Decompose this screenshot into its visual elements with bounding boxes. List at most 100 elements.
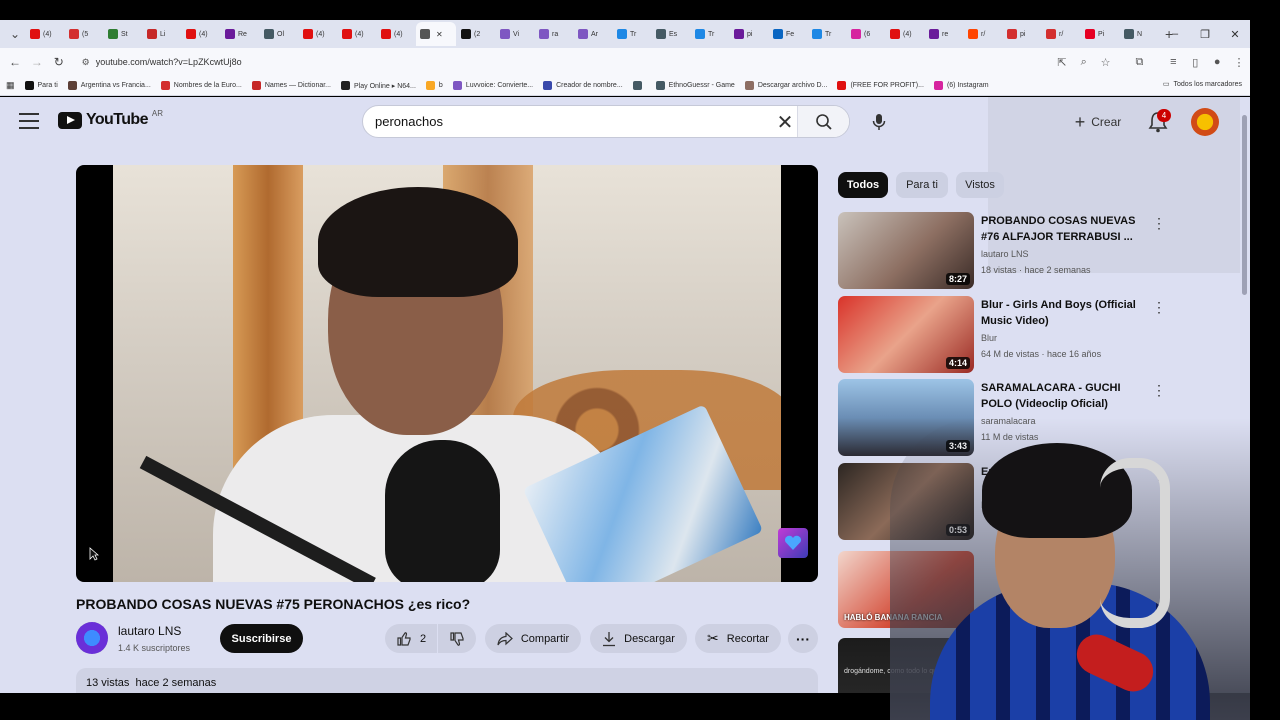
bookmark-item[interactable]: Nombres de la Euro...	[160, 81, 242, 90]
bookmark-item[interactable]: EthnoGuessr - Game	[655, 81, 735, 90]
recommendation-channel[interactable]: lautaro LNS	[981, 249, 1029, 259]
site-info-icon[interactable]: ⚙	[82, 57, 90, 68]
clear-search-icon[interactable]: ✕	[773, 110, 797, 134]
download-button[interactable]: Descargar	[590, 624, 687, 653]
recommendation-channel[interactable]: Blur	[981, 333, 997, 343]
browser-tab[interactable]: Vi	[496, 22, 534, 46]
bookmark-item[interactable]: (6) Instagram	[933, 81, 989, 90]
bookmark-item[interactable]: Argentina vs Francia...	[67, 81, 151, 90]
extensions-icon[interactable]: ⧉	[1129, 51, 1151, 73]
user-avatar[interactable]	[1191, 108, 1219, 136]
browser-tab[interactable]: Es	[652, 22, 690, 46]
recommendation-title[interactable]: SARAMALACARA - GUCHI POLO (Videoclip Ofi…	[981, 380, 1141, 412]
bookmark-item[interactable]: b	[425, 81, 443, 90]
browser-tab[interactable]: Tr	[613, 22, 651, 46]
description-meta: 13 vistas hace 2 semanas	[86, 677, 216, 689]
video-player[interactable]	[76, 165, 818, 582]
bookmark-item[interactable]: Names — Dictionar...	[251, 81, 331, 90]
bookmark-item[interactable]: Para ti	[24, 81, 58, 90]
browser-tab[interactable]: Tr	[691, 22, 729, 46]
youtube-logo[interactable]: YouTube AR	[58, 109, 163, 129]
chip-vistos[interactable]: Vistos	[956, 172, 1004, 198]
bookmark-item[interactable]	[632, 81, 646, 90]
recommendation-title[interactable]: PROBANDO COSAS NUEVAS #76 ALFAJOR TERRAB…	[981, 213, 1141, 245]
recommendation-item[interactable]: 4:14 Blur - Girls And Boys (Official Musi…	[838, 296, 1178, 374]
restore-button[interactable]: ❐	[1190, 20, 1220, 48]
channel-name[interactable]: lautaro LNS	[118, 624, 181, 638]
reload-icon[interactable]: ↻	[48, 51, 70, 73]
create-button[interactable]: + Crear	[1062, 108, 1134, 136]
chip-todos[interactable]: Todos	[838, 172, 888, 198]
channel-watermark-icon[interactable]	[778, 528, 808, 558]
sidebar-icon[interactable]: ▯	[1184, 51, 1206, 73]
browser-tab[interactable]: r/	[1042, 22, 1080, 46]
minimize-button[interactable]: –	[1160, 20, 1190, 48]
browser-tab[interactable]: Re	[221, 22, 259, 46]
scrollbar-thumb[interactable]	[1242, 115, 1247, 295]
browser-tab[interactable]: ra	[535, 22, 573, 46]
browser-tab[interactable]: Ar	[574, 22, 612, 46]
channel-avatar[interactable]	[76, 622, 108, 654]
like-button[interactable]: 2	[385, 624, 437, 653]
bookmark-item[interactable]: Luvvoice: Convierte...	[452, 81, 533, 90]
install-icon[interactable]: ⇱	[1051, 51, 1073, 73]
browser-tab[interactable]: Fe	[769, 22, 807, 46]
browser-tab[interactable]: (4)	[26, 22, 64, 46]
browser-tab[interactable]: (5	[65, 22, 103, 46]
media-icon[interactable]: ≡	[1162, 51, 1184, 73]
recommendation-thumbnail[interactable]: 4:14	[838, 296, 974, 373]
share-button[interactable]: Compartir	[485, 624, 581, 653]
browser-tab[interactable]: (2	[457, 22, 495, 46]
close-tab-icon[interactable]: ✕	[436, 30, 443, 39]
address-bar[interactable]: ⚙ youtube.com/watch?v=LpZKcwtUj8o	[75, 51, 1051, 73]
browser-tab[interactable]: Pi	[1081, 22, 1119, 46]
bookmark-item[interactable]: Play Online ▸ N64...	[341, 81, 416, 90]
browser-tab[interactable]: (6	[847, 22, 885, 46]
recommendation-title[interactable]: Blur - Girls And Boys (Official Music Vi…	[981, 297, 1141, 329]
browser-tab[interactable]: N	[1120, 22, 1158, 46]
clip-button[interactable]: ✂ Recortar	[695, 624, 781, 653]
forward-icon[interactable]: →	[26, 51, 48, 73]
browser-tab[interactable]: r/	[964, 22, 1002, 46]
browser-tab[interactable]: Li	[143, 22, 181, 46]
profile-icon[interactable]: ●	[1206, 51, 1228, 73]
recommendation-item[interactable]: 8:27 PROBANDO COSAS NUEVAS #76 ALFAJOR TE…	[838, 212, 1178, 290]
browser-tab[interactable]: (4)	[886, 22, 924, 46]
browser-tab[interactable]: (4)	[299, 22, 337, 46]
back-icon[interactable]: ←	[4, 51, 26, 73]
dislike-button[interactable]	[438, 624, 476, 653]
more-options-icon[interactable]: ⋮	[1152, 298, 1166, 316]
browser-tab[interactable]: (4)	[377, 22, 415, 46]
browser-tab[interactable]: (4)	[182, 22, 220, 46]
browser-tab[interactable]: Tr	[808, 22, 846, 46]
search-button[interactable]	[797, 106, 849, 137]
close-window-button[interactable]: ✕	[1220, 20, 1250, 48]
browser-tab[interactable]: re	[925, 22, 963, 46]
browser-tab[interactable]: (4)	[338, 22, 376, 46]
screen: ⌄ (4) (5 St Li (4) Re Ol (4) (4) (4) ✕ (2 Vi ra Ar Tr Es…	[0, 0, 1280, 720]
browser-tab[interactable]: Ol	[260, 22, 298, 46]
bookmark-item[interactable]: Descargar archivo D...	[744, 81, 827, 90]
more-actions-button[interactable]: ···	[788, 624, 818, 653]
chip-para-ti[interactable]: Para ti	[896, 172, 948, 198]
search-input[interactable]	[375, 114, 765, 129]
star-icon[interactable]: ☆	[1095, 51, 1117, 73]
apps-icon[interactable]: ▦	[6, 80, 15, 91]
more-options-icon[interactable]: ⋮	[1152, 381, 1166, 399]
browser-tab[interactable]: pi	[730, 22, 768, 46]
voice-search-button[interactable]	[862, 105, 896, 139]
recommendation-thumbnail[interactable]: 8:27	[838, 212, 974, 289]
browser-tab[interactable]: pi	[1003, 22, 1041, 46]
subscribe-button[interactable]: Suscribirse	[220, 624, 303, 653]
hamburger-menu-icon[interactable]	[19, 113, 39, 129]
menu-icon[interactable]: ⋮	[1228, 51, 1250, 73]
browser-tab[interactable]: St	[104, 22, 142, 46]
tab-search-icon[interactable]: ⌄	[4, 23, 26, 45]
browser-tab[interactable]: ✕	[416, 22, 456, 46]
zoom-icon[interactable]: ⌕	[1073, 51, 1095, 73]
bookmark-item[interactable]: Creador de nombre...	[543, 81, 623, 90]
bookmark-item[interactable]: (FREE FOR PROFIT)...	[837, 81, 924, 90]
all-bookmarks[interactable]: ▭ Todos los marcadores	[1163, 80, 1242, 89]
tab-label: Vi	[513, 30, 520, 38]
more-options-icon[interactable]: ⋮	[1152, 214, 1166, 232]
